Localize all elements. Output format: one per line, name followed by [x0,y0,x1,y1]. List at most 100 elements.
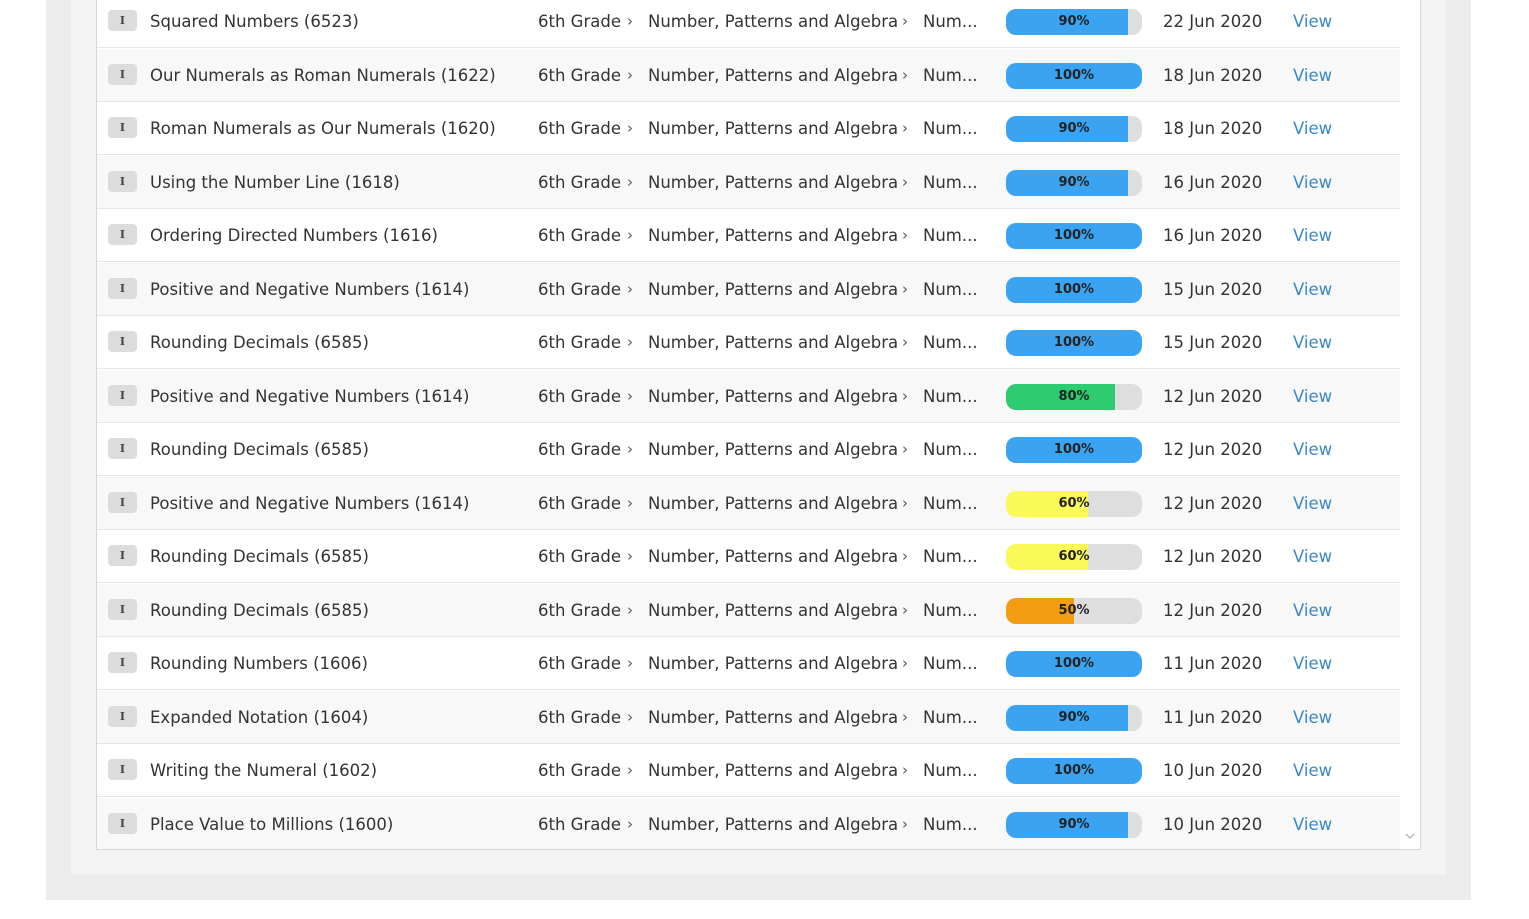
activity-type-badge: I [108,598,137,620]
table-row: I Positive and Negative Numbers (1614) 6… [97,369,1400,423]
view-link[interactable]: View [1293,316,1332,369]
completed-date: 18 Jun 2020 [1163,65,1263,85]
view-link[interactable]: View [1293,423,1332,476]
score-label: 100% [1053,656,1095,671]
score-progress-bar: 90% [1006,116,1142,142]
breadcrumb-strand: Number, Patterns and Algebra [648,600,899,620]
score-progress-bar: 50% [1006,597,1142,624]
activity-title: Rounding Decimals (6585) [150,333,369,352]
activity-type-badge: I [108,759,137,780]
completed-date: 10 Jun 2020 [1163,814,1263,834]
completed-date: 15 Jun 2020 [1163,333,1263,352]
breadcrumb-grade: 6th Grade [538,654,621,673]
breadcrumb-strand: Number, Patterns and Algebra [648,493,899,513]
view-link[interactable]: View [1293,477,1332,530]
completed-date: 22 Jun 2020 [1163,12,1263,31]
breadcrumb-grade: 6th Grade [538,65,621,85]
view-link[interactable]: View [1293,370,1332,423]
chevron-right-icon: › [902,333,908,351]
score-progress-bar: 100% [1006,330,1142,356]
view-link[interactable]: View [1293,0,1332,48]
chevron-right-icon: › [902,600,908,619]
score-label: 90% [1058,121,1090,136]
score-progress-bar: 100% [1006,651,1142,677]
chevron-right-icon: › [627,547,633,565]
score-label: 100% [1053,228,1095,243]
score-progress-bar: 100% [1006,62,1142,89]
view-link[interactable]: View [1293,584,1332,637]
chevron-right-icon: › [627,493,633,512]
chevron-right-icon: › [627,333,633,351]
table-row: I Writing the Numeral (1602) 6th Grade ›… [97,744,1400,797]
score-label: 90% [1058,14,1090,29]
completed-date: 11 Jun 2020 [1163,707,1263,727]
score-label: 90% [1058,174,1090,190]
breadcrumb-strand: Number, Patterns and Algebra [648,654,899,673]
activity-title: Rounding Decimals (6585) [150,547,369,566]
activity-title: Ordering Directed Numbers (1616) [150,226,438,245]
view-link[interactable]: View [1293,156,1332,209]
score-label: 100% [1053,763,1095,778]
activity-type-badge: I [108,277,137,299]
chevron-down-icon[interactable] [1404,830,1416,842]
chevron-right-icon: › [902,65,908,84]
view-link[interactable]: View [1293,209,1332,262]
completed-date: 12 Jun 2020 [1163,547,1263,566]
chevron-right-icon: › [902,707,908,726]
activity-type-badge: I [108,652,137,673]
view-link[interactable]: View [1293,49,1332,102]
breadcrumb-topic: Num... [923,333,978,352]
view-link[interactable]: View [1293,691,1332,744]
activity-type-badge: I [108,545,137,566]
view-link[interactable]: View [1293,263,1332,316]
score-label: 60% [1058,495,1090,511]
score-progress-bar: 100% [1006,758,1142,784]
score-progress-bar: 90% [1006,169,1142,196]
breadcrumb-topic: Num... [923,600,978,620]
activity-type-badge: I [108,491,137,513]
activity-title: Rounding Decimals (6585) [150,600,369,620]
completed-date: 11 Jun 2020 [1163,654,1263,673]
chevron-right-icon: › [627,226,633,244]
table-row: I Positive and Negative Numbers (1614) 6… [97,262,1400,316]
score-label: 80% [1058,388,1090,404]
chevron-right-icon: › [902,814,908,833]
table-row: I Ordering Directed Numbers (1616) 6th G… [97,209,1400,262]
breadcrumb-strand: Number, Patterns and Algebra [648,814,899,834]
chevron-right-icon: › [902,12,908,30]
view-link[interactable]: View [1293,102,1332,155]
breadcrumb-topic: Num... [923,707,978,727]
chevron-right-icon: › [902,279,908,298]
table-row: I Positive and Negative Numbers (1614) 6… [97,476,1400,530]
breadcrumb-strand: Number, Patterns and Algebra [648,440,899,459]
breadcrumb-grade: 6th Grade [538,386,621,406]
score-progress-bar: 100% [1006,276,1142,303]
chevron-right-icon: › [627,12,633,30]
table-row: I Our Numerals as Roman Numerals (1622) … [97,48,1400,102]
activity-type-badge: I [108,10,137,31]
view-link[interactable]: View [1293,744,1332,797]
score-progress-bar: 100% [1006,223,1142,249]
activity-table[interactable]: I Squared Numbers (6523) 6th Grade › Num… [96,0,1421,850]
breadcrumb-strand: Number, Patterns and Algebra [648,707,899,727]
view-link[interactable]: View [1293,798,1332,850]
chevron-right-icon: › [627,386,633,405]
breadcrumb-grade: 6th Grade [538,226,621,245]
breadcrumb-strand: Number, Patterns and Algebra [648,119,899,138]
score-progress-bar: 90% [1006,9,1142,35]
activity-title: Expanded Notation (1604) [150,707,369,727]
activity-type-badge: I [108,812,137,834]
chevron-right-icon: › [627,814,633,833]
breadcrumb-topic: Num... [923,65,978,85]
table-row: I Roman Numerals as Our Numerals (1620) … [97,102,1400,155]
chevron-right-icon: › [902,440,908,458]
chevron-right-icon: › [627,65,633,84]
breadcrumb-topic: Num... [923,279,978,299]
breadcrumb-topic: Num... [923,761,978,780]
breadcrumb-grade: 6th Grade [538,707,621,727]
breadcrumb-grade: 6th Grade [538,761,621,780]
activity-title: Roman Numerals as Our Numerals (1620) [150,119,496,138]
view-link[interactable]: View [1293,637,1332,690]
breadcrumb-topic: Num... [923,547,978,566]
view-link[interactable]: View [1293,530,1332,583]
